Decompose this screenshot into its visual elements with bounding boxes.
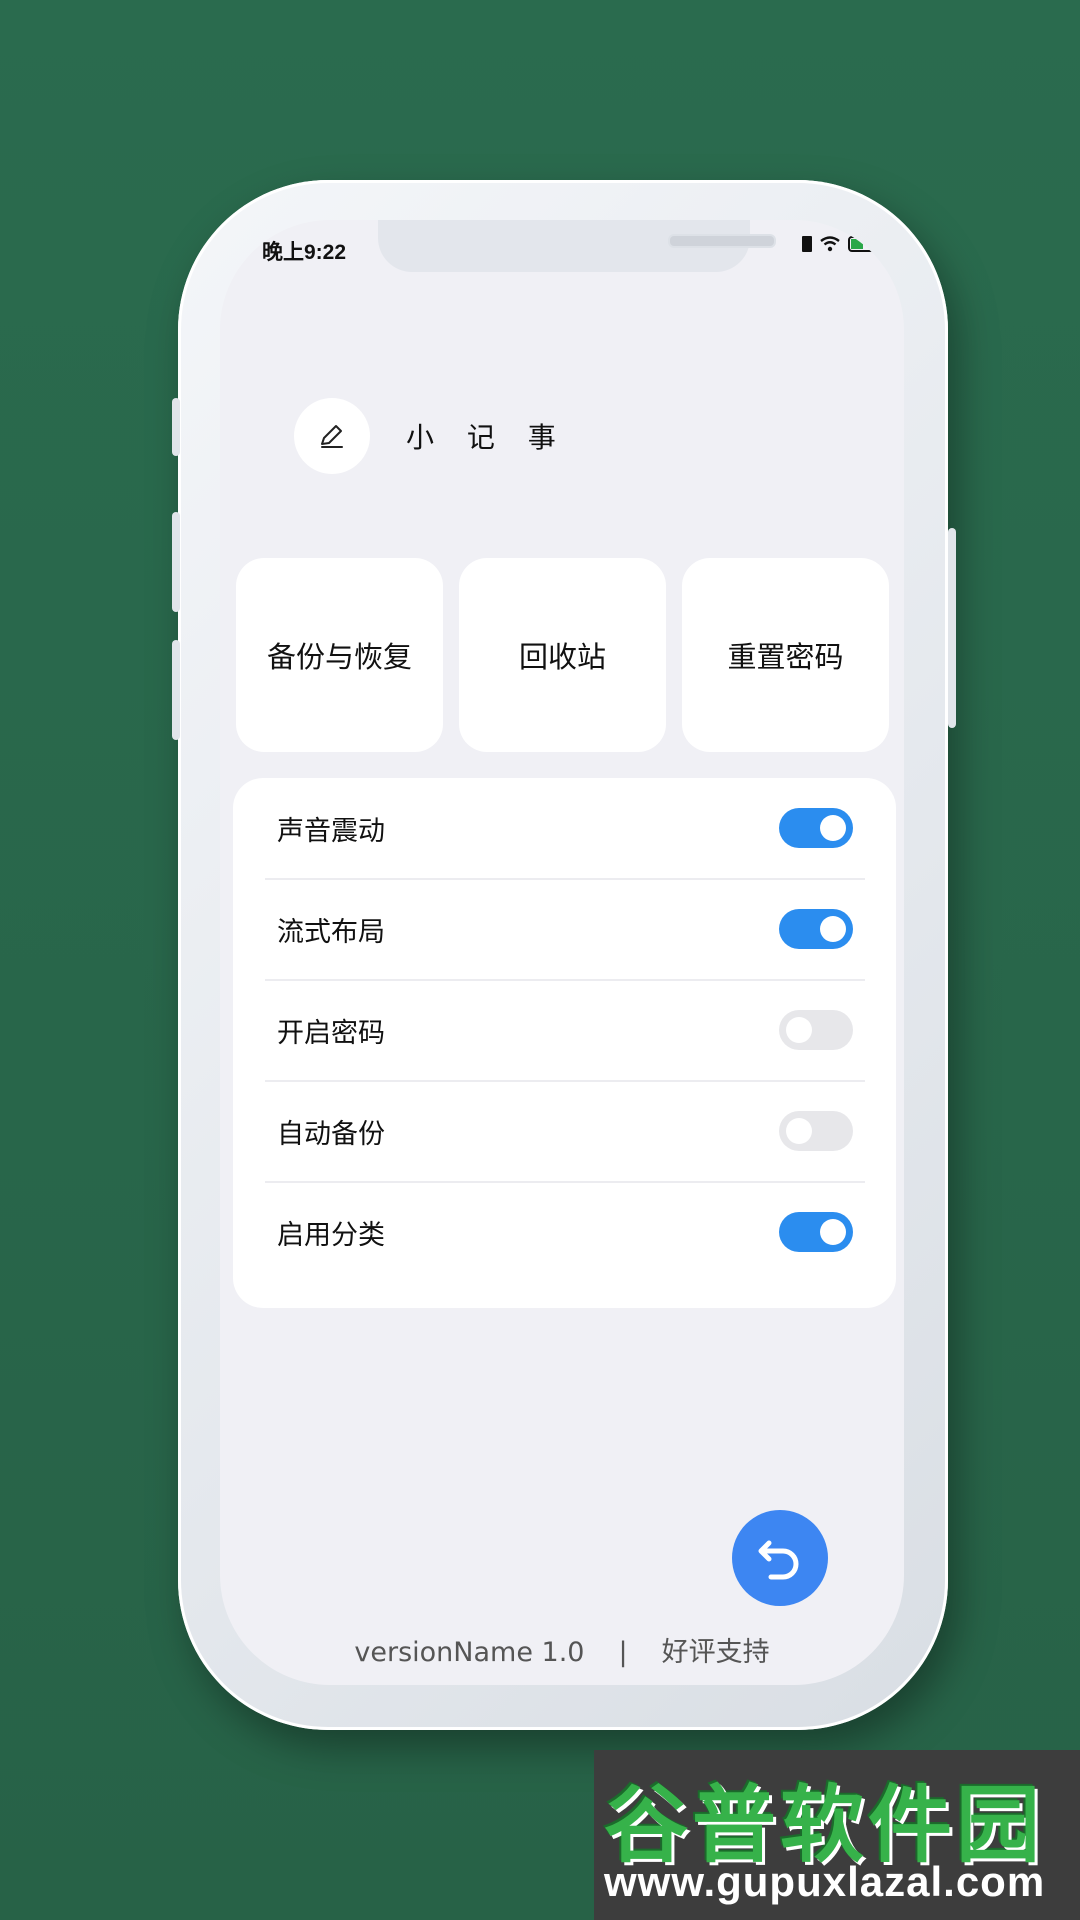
status-icons	[802, 236, 883, 252]
app-title: 小 记 事	[406, 421, 568, 454]
sound-vibration-toggle[interactable]	[779, 808, 853, 848]
app-logo	[294, 398, 370, 474]
battery-icon	[848, 236, 883, 252]
back-button[interactable]	[732, 1510, 828, 1606]
setting-label: 流式布局	[277, 916, 385, 948]
enable-category-toggle[interactable]	[779, 1212, 853, 1252]
settings-panel: 声音震动 流式布局 开启密码 自动备份 启用分类	[233, 778, 896, 1308]
volume-down-button	[172, 640, 180, 740]
setting-row-auto-backup[interactable]: 自动备份	[265, 1081, 865, 1181]
volume-up-button	[172, 512, 180, 612]
watermark-url: www.gupuxlazal.com	[604, 1858, 1046, 1905]
review-link[interactable]: 好评支持	[662, 1637, 770, 1668]
mute-switch	[172, 398, 180, 456]
setting-label: 自动备份	[277, 1118, 385, 1150]
auto-backup-toggle[interactable]	[779, 1111, 853, 1151]
setting-row-sound-vibration[interactable]: 声音震动	[265, 778, 865, 878]
setting-label: 声音震动	[277, 815, 385, 847]
setting-label: 开启密码	[277, 1017, 385, 1049]
version-label: versionName 1.0	[354, 1637, 585, 1668]
setting-row-enable-category[interactable]: 启用分类	[265, 1182, 865, 1282]
footer-separator: |	[618, 1637, 628, 1668]
flow-layout-toggle[interactable]	[779, 909, 853, 949]
footer: versionName 1.0 | 好评支持	[220, 1630, 904, 1669]
speaker-grille	[668, 234, 776, 248]
back-arrow-icon	[758, 1540, 799, 1580]
notch	[378, 220, 776, 272]
sim-icon	[802, 236, 812, 252]
enable-password-toggle[interactable]	[779, 1010, 853, 1050]
power-button	[948, 528, 956, 728]
recycle-bin-button[interactable]: 回收站	[459, 558, 666, 752]
backup-restore-button[interactable]: 备份与恢复	[236, 558, 443, 752]
reset-password-button[interactable]: 重置密码	[682, 558, 889, 752]
setting-row-enable-password[interactable]: 开启密码	[265, 980, 865, 1080]
status-time: 晚上9:22	[262, 241, 347, 264]
setting-row-flow-layout[interactable]: 流式布局	[265, 879, 865, 979]
wifi-icon	[820, 236, 840, 252]
phone-screen: 晚上9:22 小 记 事 备份与恢复 回收站 重置密码 声音震动 流式布局 开启…	[220, 220, 904, 1685]
pen-icon	[321, 425, 343, 448]
action-cards: 备份与恢复 回收站 重置密码	[236, 558, 889, 752]
watermark: 谷普软件园 www.gupuxlazal.com	[594, 1750, 1080, 1920]
setting-label: 启用分类	[277, 1219, 385, 1251]
